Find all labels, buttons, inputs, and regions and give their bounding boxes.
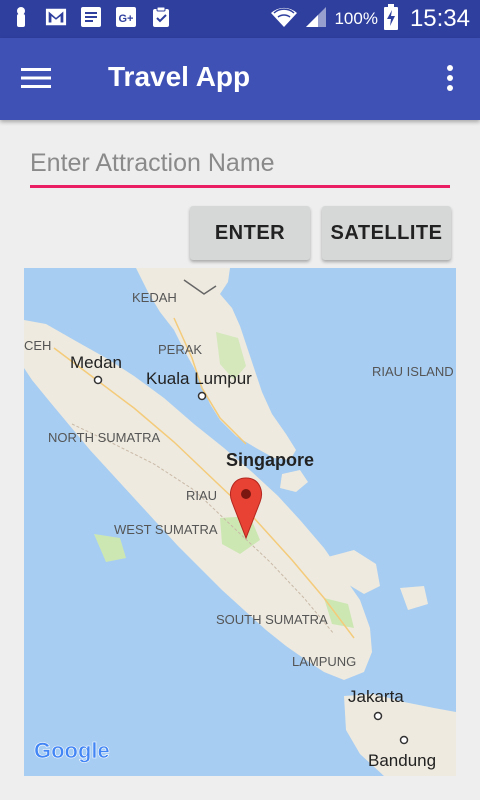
docs-icon (80, 6, 102, 28)
map-label-west-sumatra: WEST SUMATRA (114, 522, 218, 537)
map-label-south-sumatra: SOUTH SUMATRA (216, 612, 328, 627)
google-logo: Google (34, 738, 110, 763)
map-dot-bandung (399, 735, 409, 745)
map-canvas[interactable]: KEDAH PERAK CEH Medan Kuala Lumpur RIAU … (24, 268, 456, 776)
hamburger-menu-icon[interactable] (18, 60, 54, 96)
map-label-perak: PERAK (158, 342, 202, 357)
battery-percent: 100% (334, 9, 378, 28)
map-label-riau-islands: RIAU ISLAND (372, 364, 454, 379)
attraction-name-input[interactable] (30, 140, 450, 186)
app-bar: Travel App (0, 38, 480, 120)
map-dot-jakarta (373, 711, 383, 721)
map-label-north-sumatra: NORTH SUMATRA (48, 430, 161, 445)
map-label-medan: Medan (70, 353, 122, 372)
status-right: 100% 15:34 (270, 3, 470, 35)
map-label-kuala-lumpur: Kuala Lumpur (146, 369, 252, 388)
map-label-singapore: Singapore (226, 450, 314, 470)
clipboard-check-icon (150, 6, 172, 28)
map-label-lampung: LAMPUNG (292, 654, 356, 669)
map-dot-kuala-lumpur (197, 391, 207, 401)
cell-signal-icon (304, 5, 328, 34)
app-title: Travel App (108, 61, 251, 92)
svg-text:G+: G+ (119, 13, 134, 25)
map-view[interactable]: KEDAH PERAK CEH Medan Kuala Lumpur RIAU … (24, 268, 456, 776)
battery-charging-icon (383, 3, 398, 35)
enter-button[interactable]: ENTER (190, 206, 310, 260)
more-vert-icon[interactable] (438, 60, 462, 96)
attraction-field (30, 140, 450, 188)
status-bar: G+ 100% 15:34 (0, 0, 480, 38)
map-label-riau: RIAU (186, 488, 217, 503)
gplus-icon: G+ (115, 6, 137, 28)
clock-time: 15:34 (409, 5, 470, 32)
map-dot-medan (93, 375, 103, 385)
wifi-icon (270, 5, 298, 34)
gmail-icon (45, 6, 67, 28)
notification-icons: G+ (10, 6, 172, 28)
map-label-jakarta: Jakarta (348, 687, 404, 706)
notification-icon (10, 6, 32, 28)
map-label-aceh: CEH (24, 338, 51, 353)
map-label-kedah: KEDAH (132, 290, 177, 305)
satellite-button[interactable]: SATELLITE (322, 206, 451, 260)
field-underline (30, 185, 450, 188)
map-label-bandung: Bandung (368, 751, 436, 770)
